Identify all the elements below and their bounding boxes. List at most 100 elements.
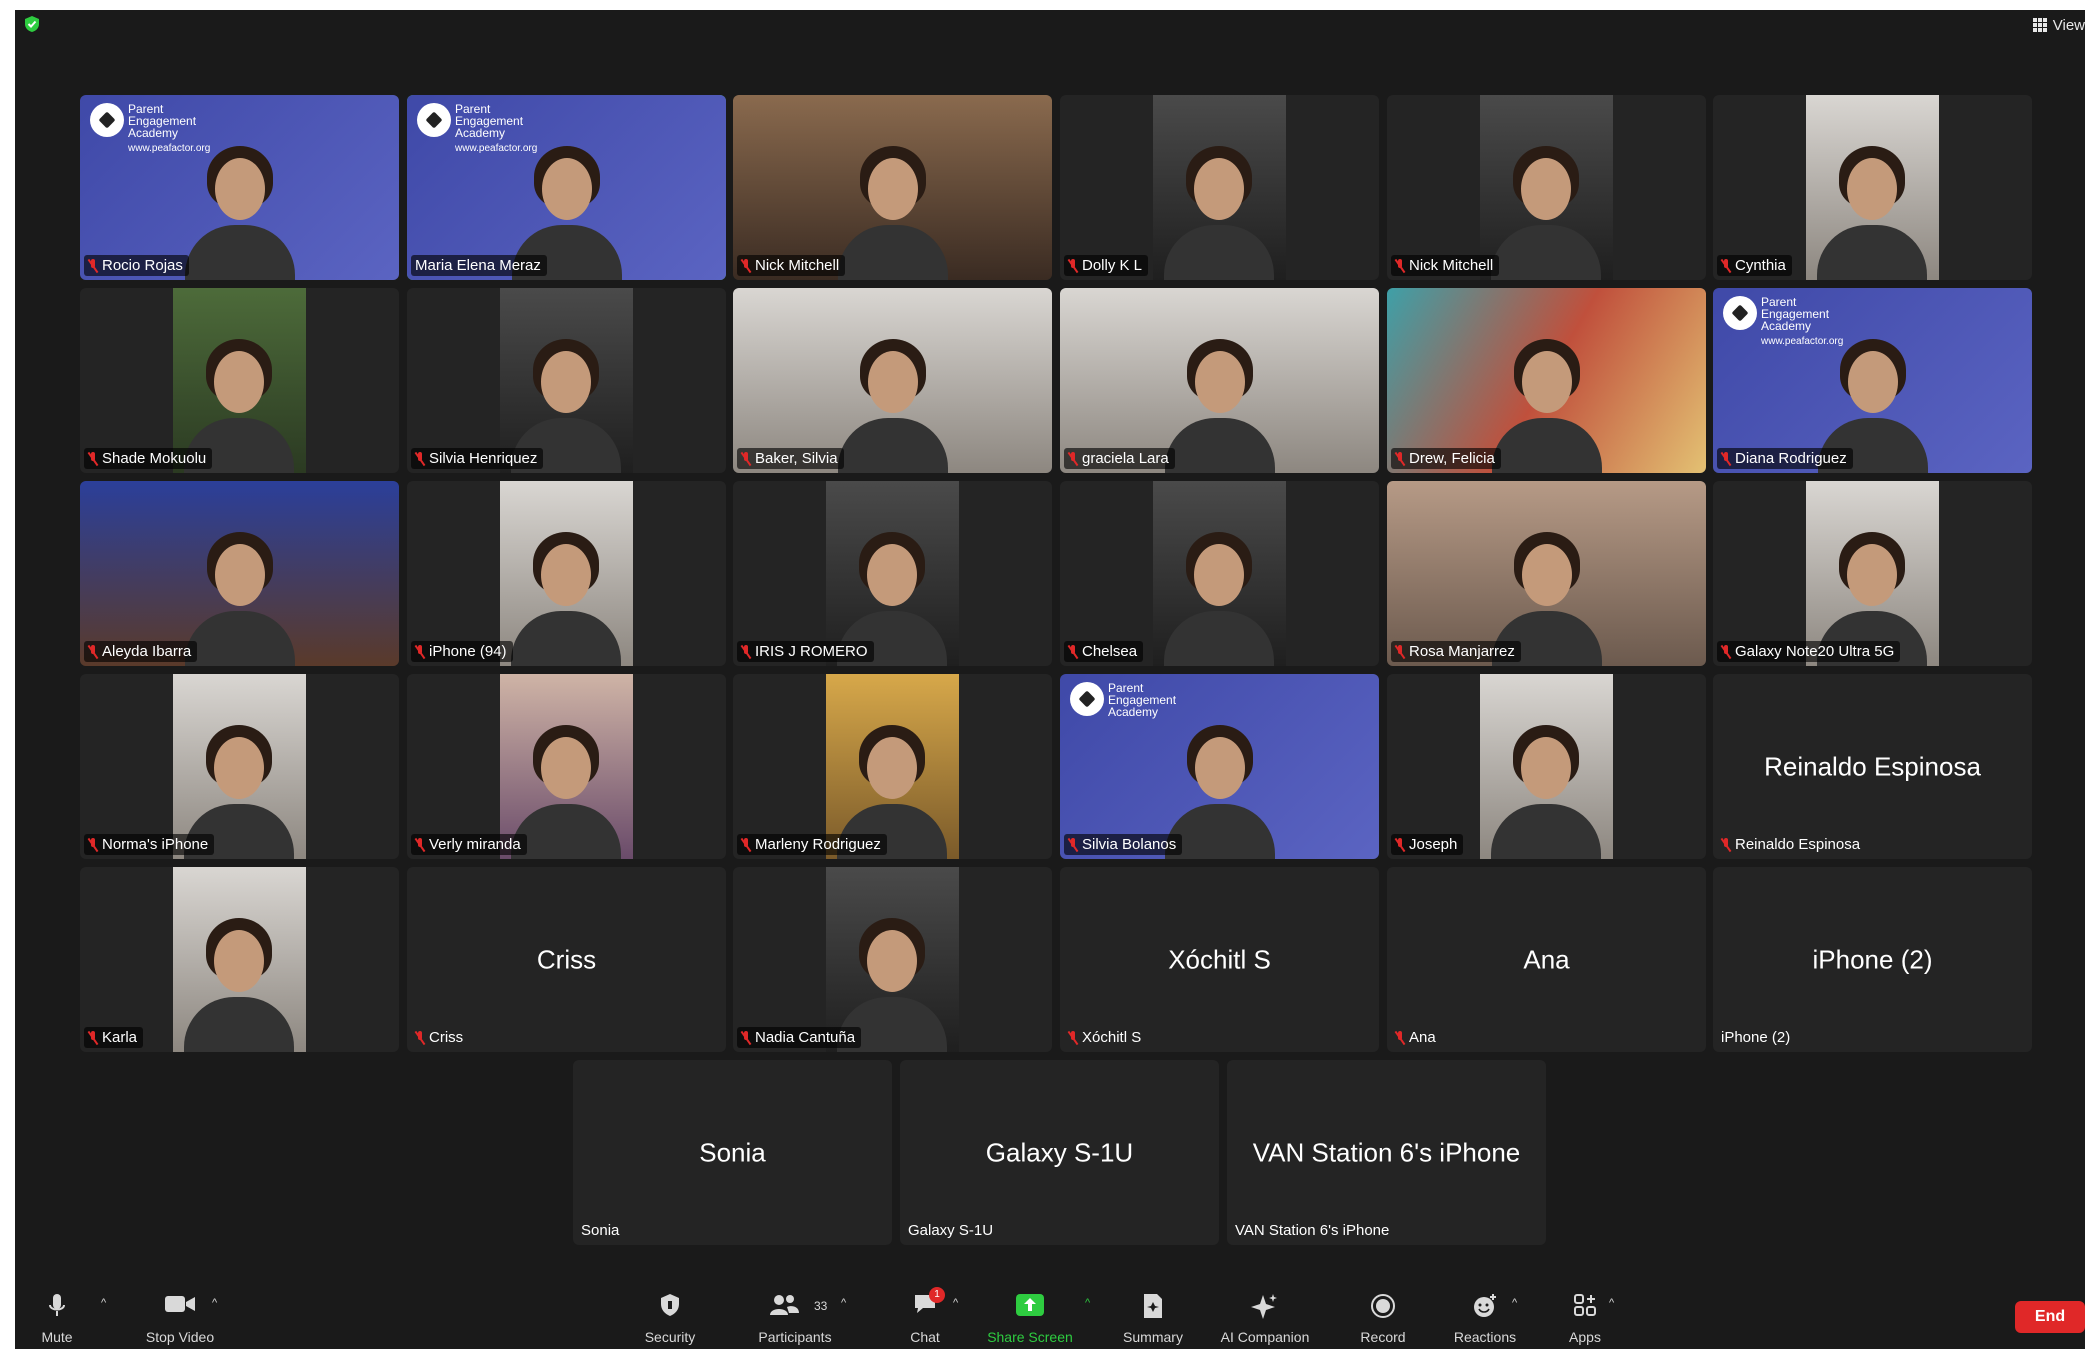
participants-options-caret[interactable]: ^ (841, 1297, 846, 1309)
participants-button[interactable]: 33 Participants (750, 1291, 840, 1345)
participant-tile[interactable]: Rosa Manjarrez (1387, 481, 1706, 666)
participant-tile[interactable]: Galaxy Note20 Ultra 5G (1713, 481, 2032, 666)
participant-tile[interactable]: Norma's iPhone (80, 674, 399, 859)
participant-tile[interactable]: Drew, Felicia (1387, 288, 1706, 473)
participant-tile[interactable]: graciela Lara (1060, 288, 1379, 473)
participant-tile[interactable]: Chelsea (1060, 481, 1379, 666)
participant-tile[interactable]: Parent Engagement Academy www.peafactor.o… (1713, 288, 2032, 473)
stop-video-label: Stop Video (145, 1329, 215, 1345)
participant-tile[interactable]: Cynthia (1713, 95, 2032, 280)
participant-tile[interactable]: Joseph (1387, 674, 1706, 859)
participant-name: Silvia Henriquez (429, 450, 538, 467)
participant-display-name: VAN Station 6's iPhone (1252, 1137, 1521, 1167)
mic-off-icon (1395, 644, 1405, 659)
mic-off-icon (415, 644, 425, 659)
participant-tile[interactable]: Baker, Silvia (733, 288, 1052, 473)
mic-off-icon (741, 644, 751, 659)
participant-video (1152, 95, 1287, 280)
participant-tile[interactable]: Parent Engagement Academy Silvia Bolanos (1060, 674, 1379, 859)
mute-label: Mute (41, 1329, 73, 1345)
participant-tile[interactable]: iPhone (94) (407, 481, 726, 666)
participant-tile[interactable]: Galaxy S-1U Galaxy S-1U (900, 1060, 1219, 1245)
participant-tile[interactable]: Parent Engagement Academy www.peafactor.o… (80, 95, 399, 280)
mic-off-icon (1395, 1030, 1405, 1045)
participant-name: Criss (429, 1029, 464, 1046)
security-label: Security (644, 1329, 696, 1345)
mic-off-icon (741, 258, 751, 273)
participant-name: Norma's iPhone (102, 836, 209, 853)
participant-name-label: Galaxy S-1U (904, 1220, 999, 1241)
participant-tile[interactable]: Nick Mitchell (733, 95, 1052, 280)
participant-name-label: Nick Mitchell (1391, 255, 1500, 276)
participant-tile[interactable]: Karla (80, 867, 399, 1052)
record-button[interactable]: Record (1343, 1291, 1423, 1345)
participant-tile[interactable]: Aleyda Ibarra (80, 481, 399, 666)
chat-bubble-icon: 1 (913, 1287, 945, 1315)
participant-silhouette (837, 130, 948, 280)
participant-name-label: Nadia Cantuña (737, 1027, 862, 1048)
participant-name: Rosa Manjarrez (1409, 643, 1515, 660)
video-options-caret[interactable]: ^ (212, 1297, 217, 1309)
share-screen-button[interactable]: Share Screen (980, 1291, 1080, 1345)
chat-label: Chat (910, 1329, 940, 1345)
participant-name: Marleny Rodriguez (755, 836, 881, 853)
security-shield-icon (661, 1294, 679, 1316)
participant-silhouette (1164, 323, 1275, 473)
participant-name-label: Rosa Manjarrez (1391, 641, 1521, 662)
participant-video (825, 867, 960, 1052)
ai-companion-button[interactable]: AI Companion (1205, 1291, 1325, 1345)
participant-name-label: Cynthia (1717, 255, 1792, 276)
participant-display-name: Ana (1523, 944, 1570, 974)
participant-tile[interactable]: Marleny Rodriguez (733, 674, 1052, 859)
mic-off-icon (741, 451, 751, 466)
participant-video (1479, 674, 1614, 859)
participant-tile[interactable]: IRIS J ROMERO (733, 481, 1052, 666)
participant-name-label: Chelsea (1064, 641, 1144, 662)
participant-silhouette (837, 323, 948, 473)
participant-name-label: Reinaldo Espinosa (1717, 834, 1866, 855)
record-icon (1371, 1294, 1395, 1318)
apps-button[interactable]: Apps (1560, 1291, 1610, 1345)
apps-options-caret[interactable]: ^ (1609, 1297, 1614, 1309)
participant-tile[interactable]: Dolly K L (1060, 95, 1379, 280)
reactions-options-caret[interactable]: ^ (1512, 1297, 1517, 1309)
participant-tile[interactable]: Parent Engagement Academy www.peafactor.o… (407, 95, 726, 280)
participant-tile[interactable]: Silvia Henriquez (407, 288, 726, 473)
summary-button[interactable]: Summary (1113, 1291, 1193, 1345)
mic-off-icon (88, 837, 98, 852)
mic-off-icon (1395, 837, 1405, 852)
security-button[interactable]: Security (635, 1291, 705, 1345)
participant-tile[interactable]: Verly miranda (407, 674, 726, 859)
share-options-caret[interactable]: ^ (1085, 1297, 1090, 1309)
participant-tile[interactable]: Shade Mokuolu (80, 288, 399, 473)
participant-video (1479, 95, 1614, 280)
participant-tile[interactable]: Criss Criss (407, 867, 726, 1052)
soccer-ball-icon (90, 103, 124, 137)
participant-tile[interactable]: Nick Mitchell (1387, 95, 1706, 280)
participant-name: Cynthia (1735, 257, 1786, 274)
chat-options-caret[interactable]: ^ (953, 1297, 958, 1309)
mic-off-icon (1068, 1030, 1078, 1045)
participant-tile[interactable]: iPhone (2) iPhone (2) (1713, 867, 2032, 1052)
participant-tile[interactable]: VAN Station 6's iPhone VAN Station 6's iP… (1227, 1060, 1546, 1245)
mute-options-caret[interactable]: ^ (101, 1297, 106, 1309)
participant-tile[interactable]: Reinaldo Espinosa Reinaldo Espinosa (1713, 674, 2032, 859)
participant-name-label: iPhone (2) (1717, 1027, 1796, 1048)
participant-name: Galaxy Note20 Ultra 5G (1735, 643, 1895, 660)
mute-button[interactable]: Mute (37, 1291, 77, 1345)
end-meeting-button[interactable]: End (2015, 1301, 2085, 1333)
participant-name: Diana Rodriguez (1735, 450, 1847, 467)
participant-tile[interactable]: Ana Ana (1387, 867, 1706, 1052)
participant-name: Ana (1409, 1029, 1436, 1046)
participant-tile[interactable]: Xóchitl S Xóchitl S (1060, 867, 1379, 1052)
mic-off-icon (1395, 258, 1405, 273)
participant-name: Karla (102, 1029, 138, 1046)
participant-display-name: Criss (536, 944, 597, 974)
summary-icon (1144, 1294, 1162, 1318)
participant-silhouette (1491, 709, 1602, 859)
chat-button[interactable]: 1 Chat (900, 1287, 950, 1345)
participant-tile[interactable]: Sonia Sonia (573, 1060, 892, 1245)
logo-text: Parent Engagement Academy www.peafactor.o… (455, 102, 538, 154)
participant-name: Baker, Silvia (755, 450, 838, 467)
participant-tile[interactable]: Nadia Cantuña (733, 867, 1052, 1052)
